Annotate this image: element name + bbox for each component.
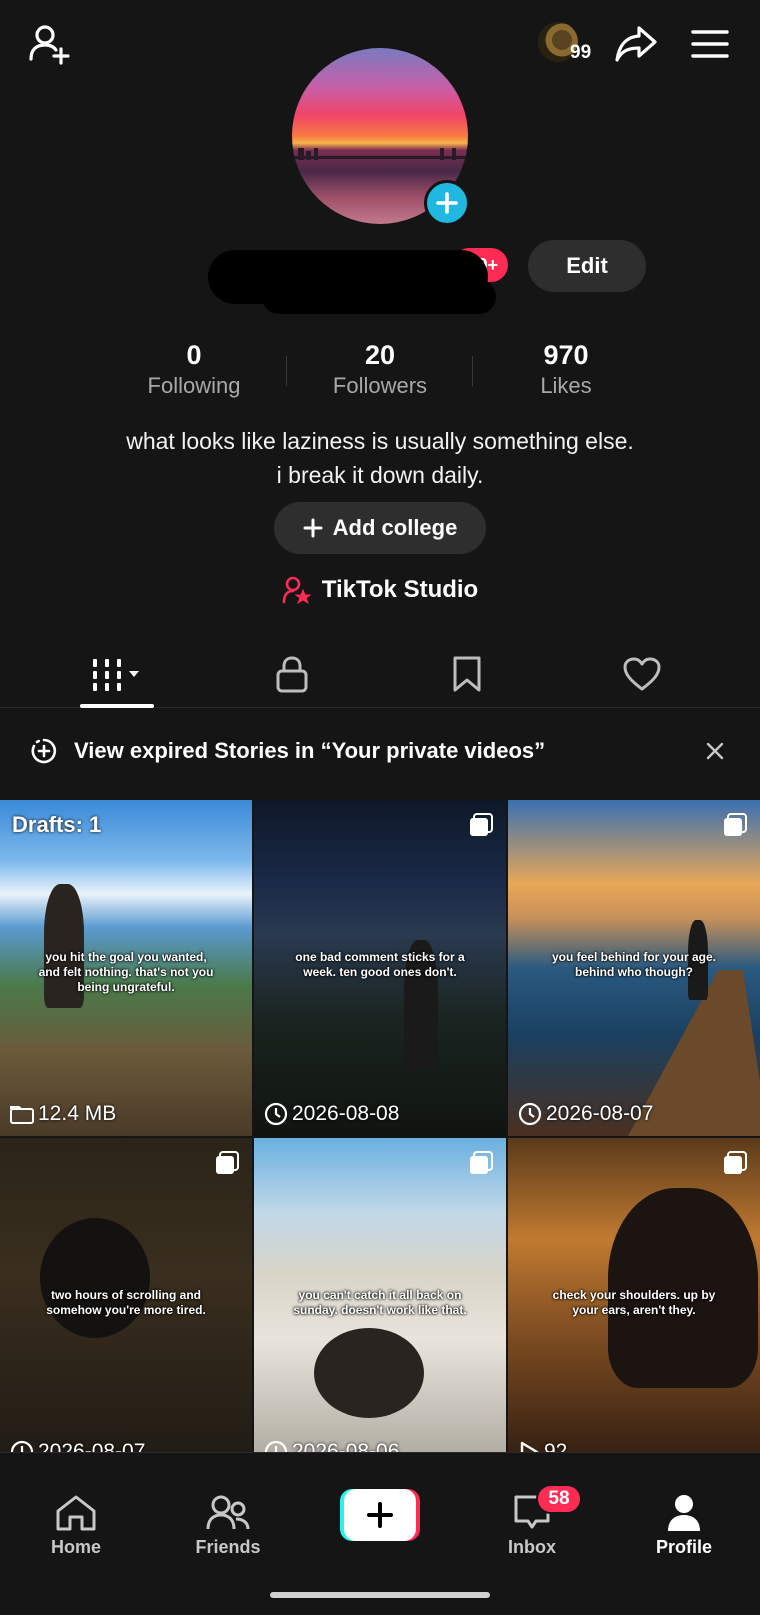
expired-stories-banner[interactable]: View expired Stories in “Your private vi… [0,720,760,782]
nav-inbox-label: Inbox [508,1537,556,1557]
multi-image-icon [724,813,747,836]
tile-caption: one bad comment sticks for a week. ten g… [295,950,465,979]
draft-size: 12.4 MB [38,1102,117,1125]
studio-label: TikTok Studio [321,576,479,603]
drafts-label: Drafts: 1 [12,812,102,837]
profile-stats: 0 Following 20 Followers 970 Likes [0,340,760,410]
multi-image-icon [470,1151,493,1174]
likes-stat[interactable]: 970 Likes [471,340,661,399]
active-tab-indicator [80,704,154,708]
nav-profile-label: Profile [655,1537,712,1557]
stat-divider [472,356,473,386]
clock-icon [518,1102,542,1126]
clock-icon [264,1102,288,1126]
scheduled-date: 2026-08-07 [546,1102,654,1125]
add-college-button[interactable]: Add college [274,502,486,554]
menu-icon[interactable] [684,18,736,70]
figure [40,1218,150,1338]
draft-tile[interactable]: Drafts: 1 you hit the goal you wanted, a… [0,800,252,1136]
nav-profile[interactable]: Profile [608,1453,760,1571]
heart-icon [623,657,661,691]
tile-meta: 2026-08-07 [518,1102,653,1126]
multi-image-icon [216,1151,239,1174]
nav-friends[interactable]: Friends [152,1453,304,1571]
creator-star-icon [282,576,312,604]
figure [314,1328,424,1418]
create-button[interactable] [340,1489,420,1541]
likes-count: 970 [543,340,589,370]
home-indicator[interactable] [270,1592,490,1598]
redacted-handle [262,280,496,314]
add-college-label: Add college [332,515,458,540]
tab-saved[interactable] [372,640,562,708]
bookmark-icon [453,656,481,692]
tab-videos[interactable] [22,640,212,708]
bio-line: what looks like laziness is usually some… [126,428,634,454]
video-tile[interactable]: check your shoulders. up by your ears, a… [508,1138,760,1474]
add-story-button[interactable] [424,180,470,226]
multi-image-icon [470,813,493,836]
banner-text: View expired Stories in “Your private vi… [74,738,546,763]
folder-icon [10,1106,34,1124]
plus-icon [303,518,323,538]
tile-meta: 2026-08-08 [264,1102,399,1126]
close-icon[interactable] [700,736,730,766]
nav-inbox[interactable]: Inbox [456,1453,608,1571]
share-icon[interactable] [610,18,662,70]
followers-label: Followers [332,373,428,398]
avatar-count-badge: 99 [570,42,592,63]
video-tile[interactable]: two hours of scrolling and somehow you'r… [0,1138,252,1474]
video-tile[interactable]: one bad comment sticks for a week. ten g… [254,800,506,1136]
profile-tabs [0,640,760,708]
stat-divider [286,356,287,386]
tab-private[interactable] [197,640,387,708]
following-count: 0 [186,340,202,370]
bio-line: i break it down daily. [276,462,484,488]
tile-caption: you hit the goal you wanted, and felt no… [38,950,214,994]
scheduled-date: 2026-08-08 [292,1102,400,1125]
followers-count: 20 [364,340,396,370]
add-friend-icon[interactable] [24,18,76,70]
multi-image-icon [724,1151,747,1174]
home-icon [56,1495,96,1531]
story-plus-icon [31,738,57,764]
edit-profile-button[interactable]: Edit [528,240,646,292]
followers-stat[interactable]: 20 Followers [285,340,475,399]
lock-icon [276,656,308,693]
profile-icon [668,1495,700,1531]
tile-caption: two hours of scrolling and somehow you'r… [46,1288,206,1317]
nav-home-label: Home [50,1537,101,1557]
video-tile[interactable]: you feel behind for your age. behind who… [508,800,760,1136]
nav-friends-label: Friends [195,1537,261,1557]
tile-caption: check your shoulders. up by your ears, a… [552,1288,716,1317]
friends-icon [206,1495,250,1530]
nav-home[interactable]: Home [0,1453,152,1571]
tiktok-studio-link[interactable]: TikTok Studio [0,576,760,604]
likes-label: Likes [540,373,592,398]
videos-grid-icon [93,659,139,691]
following-stat[interactable]: 0 Following [99,340,289,399]
following-label: Following [147,373,241,398]
video-tile[interactable]: you can't catch it all back on sunday. d… [254,1138,506,1474]
tab-liked[interactable] [547,640,737,708]
tile-caption: you feel behind for your age. behind who… [551,950,717,979]
tile-meta: 12.4 MB [10,1102,116,1126]
profile-bio[interactable]: what looks like laziness is usually some… [0,424,760,492]
tile-caption: you can't catch it all back on sunday. d… [293,1288,467,1317]
inbox-badge: 58 [536,1484,582,1514]
